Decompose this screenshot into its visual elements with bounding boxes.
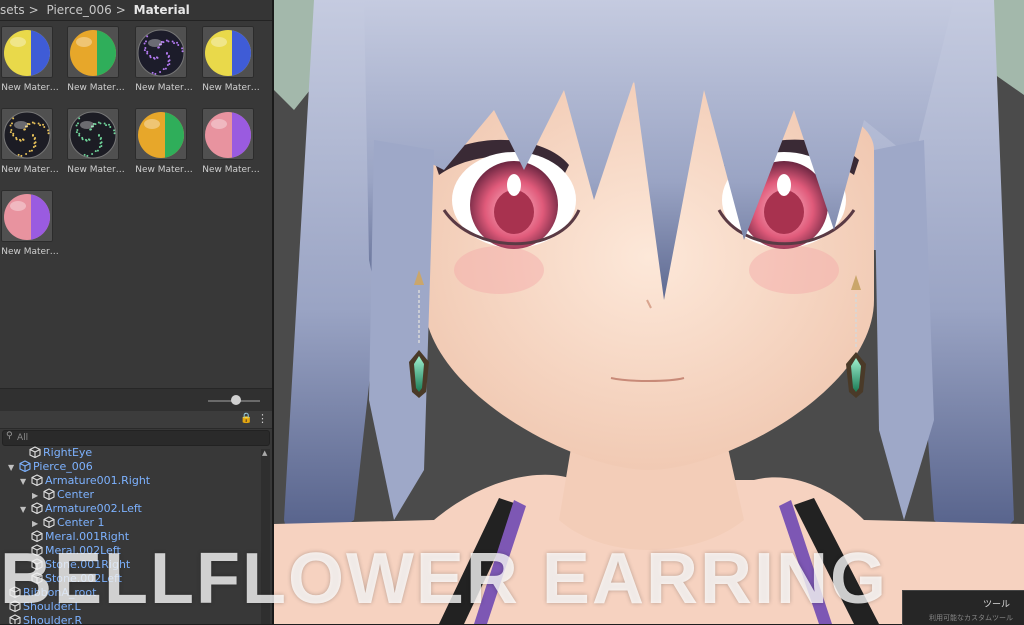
hierarchy-row[interactable]: RightEye [18,446,92,460]
hierarchy-row-label: Armature002.Left [45,502,142,515]
hierarchy-row-label: Pierce_006 [33,460,93,473]
tools-title: ツール [983,600,1011,610]
zoom-slider-bar [0,388,272,411]
expand-right-icon[interactable]: ▶ [32,517,43,531]
hierarchy-row-label: RightEye [43,446,93,459]
lock-icon[interactable]: 🔒 [240,413,252,424]
hierarchy-header: 🔒 ⋮ [0,411,272,429]
material-tile[interactable]: New Mater… [134,26,196,106]
tools-overlay[interactable]: ツール 利用可能なカスタムツール [902,590,1024,625]
kebab-menu-icon[interactable]: ⋮ [257,412,268,425]
material-label: New Mater… [1,247,59,257]
gameobject-cube-icon [31,502,43,515]
breadcrumb: sets > Pierce_006 > Material [0,0,272,21]
expand-down-icon[interactable]: ▼ [20,475,31,489]
material-label: New Mater… [67,165,125,175]
material-label: New Mater… [135,165,193,175]
left-panel: sets > Pierce_006 > Material New Mater… New… [0,0,274,624]
scene-viewport[interactable] [274,0,1024,624]
hierarchy-row-label: Center [57,488,95,501]
material-tile[interactable]: New Mater… [66,108,128,188]
material-tile[interactable]: New Mater… [0,190,62,270]
material-preview-sphere [67,26,119,78]
material-preview-sphere [1,26,53,78]
hierarchy-row[interactable]: ▼ Armature002.Left [20,502,142,516]
material-tile[interactable]: New Mater… [134,108,196,188]
material-label: New Mater… [202,83,260,93]
expand-right-icon[interactable]: ▶ [32,489,43,503]
prefab-icon [19,460,31,473]
material-tile[interactable]: New Mater… [201,108,263,188]
gameobject-cube-icon [31,474,43,487]
material-preview-sphere [135,26,187,78]
material-tile[interactable]: New Mater… [66,26,128,106]
expand-down-icon[interactable]: ▼ [20,503,31,517]
expand-down-icon[interactable]: ▼ [8,461,19,475]
hierarchy-row[interactable]: ▼ Pierce_006 [8,460,93,474]
material-preview-sphere [202,26,254,78]
overlay-title: BELLFLOWER EARRING [0,539,888,619]
breadcrumb-item-material[interactable]: Material [134,3,190,17]
search-input[interactable] [17,431,257,445]
material-tile[interactable]: New Mater… [0,108,62,188]
material-preview-sphere [202,108,254,160]
breadcrumb-item-assets[interactable]: sets [0,3,25,17]
scroll-up-icon[interactable]: ▲ [262,449,267,457]
tools-subtitle: 利用可能なカスタムツール [929,614,1013,622]
hierarchy-row-label: Center 1 [57,516,105,529]
gameobject-cube-icon [43,516,55,529]
material-preview-sphere [135,108,187,160]
material-tile[interactable]: New Mater… [201,26,263,106]
hierarchy-row[interactable]: ▶ Center [32,488,94,502]
character-render [274,0,1024,624]
material-preview-sphere [1,190,53,242]
material-label: New Mater… [135,83,193,93]
breadcrumb-separator: > [115,3,126,17]
gameobject-cube-icon [29,446,41,459]
material-label: New Mater… [67,83,125,93]
zoom-slider-handle[interactable] [231,395,241,405]
material-label: New Mater… [202,165,260,175]
hierarchy-row[interactable]: ▶ Center 1 [32,516,105,530]
search-icon: ⚲ [6,431,13,441]
material-tile[interactable]: New Mater… [0,26,62,106]
gameobject-cube-icon [43,488,55,501]
hierarchy-search[interactable]: ⚲ [2,430,270,446]
material-label: New Mater… [1,165,59,175]
breadcrumb-item-pierce[interactable]: Pierce_006 [46,3,111,17]
breadcrumb-separator: > [28,3,39,17]
material-preview-sphere [1,108,53,160]
hierarchy-row[interactable]: ▼ Armature001.Right [20,474,150,488]
material-label: New Mater… [1,83,59,93]
material-preview-sphere [67,108,119,160]
hierarchy-row-label: Armature001.Right [45,474,151,487]
